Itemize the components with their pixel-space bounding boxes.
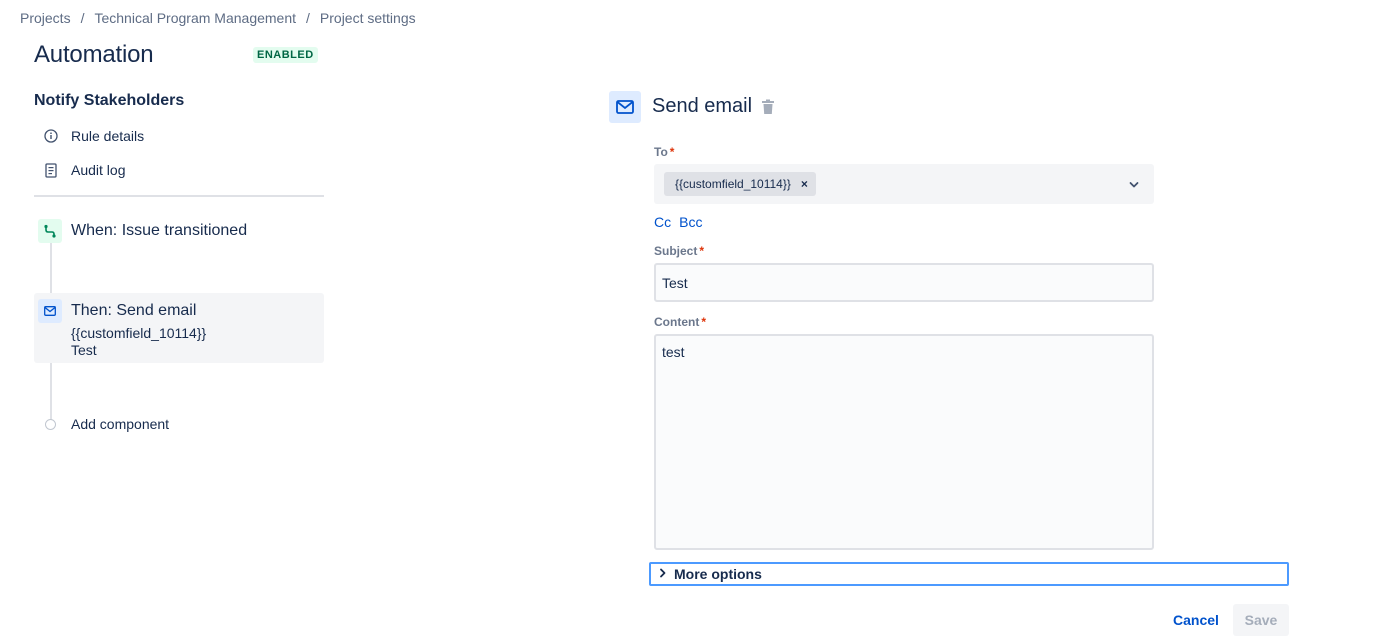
remove-tag-icon[interactable]: × bbox=[801, 177, 808, 191]
breadcrumb: Projects / Technical Program Management … bbox=[20, 10, 416, 26]
bcc-link[interactable]: Bcc bbox=[679, 214, 702, 230]
audit-log-link[interactable]: Audit log bbox=[42, 161, 125, 179]
cancel-button[interactable]: Cancel bbox=[1163, 604, 1229, 636]
required-mark: * bbox=[699, 244, 705, 258]
breadcrumb-separator: / bbox=[80, 10, 85, 26]
to-label: To * bbox=[654, 145, 674, 159]
content-textarea[interactable]: test bbox=[654, 334, 1154, 550]
recipient-tag: {{customfield_10114}} × bbox=[664, 172, 816, 196]
chevron-down-icon[interactable] bbox=[1128, 178, 1140, 196]
chevron-right-icon bbox=[659, 565, 667, 583]
trash-icon[interactable] bbox=[761, 99, 775, 115]
trigger-label: When: Issue transitioned bbox=[71, 222, 248, 239]
info-icon bbox=[42, 127, 60, 145]
recipient-tag-label: {{customfield_10114}} bbox=[675, 177, 791, 191]
add-component-button[interactable]: Add component bbox=[45, 416, 169, 432]
action-subject: Test bbox=[71, 342, 97, 358]
content-label: Content * bbox=[654, 315, 706, 329]
add-component-label: Add component bbox=[71, 416, 170, 432]
add-component-dot-icon bbox=[45, 418, 56, 430]
action-item-send-email[interactable]: Then: Send email {{customfield_10114}} T… bbox=[34, 293, 324, 363]
trigger-item[interactable]: When: Issue transitioned bbox=[38, 219, 247, 243]
to-label-text: To bbox=[654, 145, 668, 159]
rule-details-link[interactable]: Rule details bbox=[42, 127, 144, 145]
sidebar-divider bbox=[34, 195, 324, 197]
cc-bcc-row: Cc Bcc bbox=[654, 214, 702, 230]
audit-log-label: Audit log bbox=[71, 162, 126, 178]
action-title: Then: Send email bbox=[71, 302, 197, 319]
subject-input[interactable] bbox=[654, 263, 1154, 302]
required-mark: * bbox=[669, 145, 675, 159]
breadcrumb-project[interactable]: Technical Program Management bbox=[94, 10, 296, 26]
more-options-label: More options bbox=[674, 566, 762, 582]
page-title: Automation bbox=[34, 41, 154, 68]
page: Projects / Technical Program Management … bbox=[0, 0, 1394, 642]
email-icon bbox=[609, 91, 641, 123]
subject-label-text: Subject bbox=[654, 244, 698, 258]
transition-icon bbox=[38, 219, 62, 243]
more-options-toggle[interactable]: More options bbox=[649, 562, 1289, 586]
cc-link[interactable]: Cc bbox=[654, 214, 671, 230]
required-mark: * bbox=[701, 315, 706, 329]
content-label-text: Content bbox=[654, 315, 700, 329]
to-select[interactable]: {{customfield_10114}} × bbox=[654, 164, 1154, 204]
email-icon bbox=[38, 299, 62, 323]
rule-name: Notify Stakeholders bbox=[34, 92, 185, 109]
action-recipient: {{customfield_10114}} bbox=[71, 325, 207, 341]
breadcrumb-project-settings[interactable]: Project settings bbox=[320, 10, 416, 26]
panel-title: Send email bbox=[652, 95, 753, 117]
document-icon bbox=[42, 161, 60, 179]
status-badge: ENABLED bbox=[253, 47, 318, 63]
breadcrumb-projects[interactable]: Projects bbox=[20, 10, 71, 26]
save-button[interactable]: Save bbox=[1233, 604, 1289, 636]
breadcrumb-separator: / bbox=[306, 10, 310, 26]
rule-details-label: Rule details bbox=[71, 128, 145, 144]
subject-label: Subject * bbox=[654, 244, 704, 258]
